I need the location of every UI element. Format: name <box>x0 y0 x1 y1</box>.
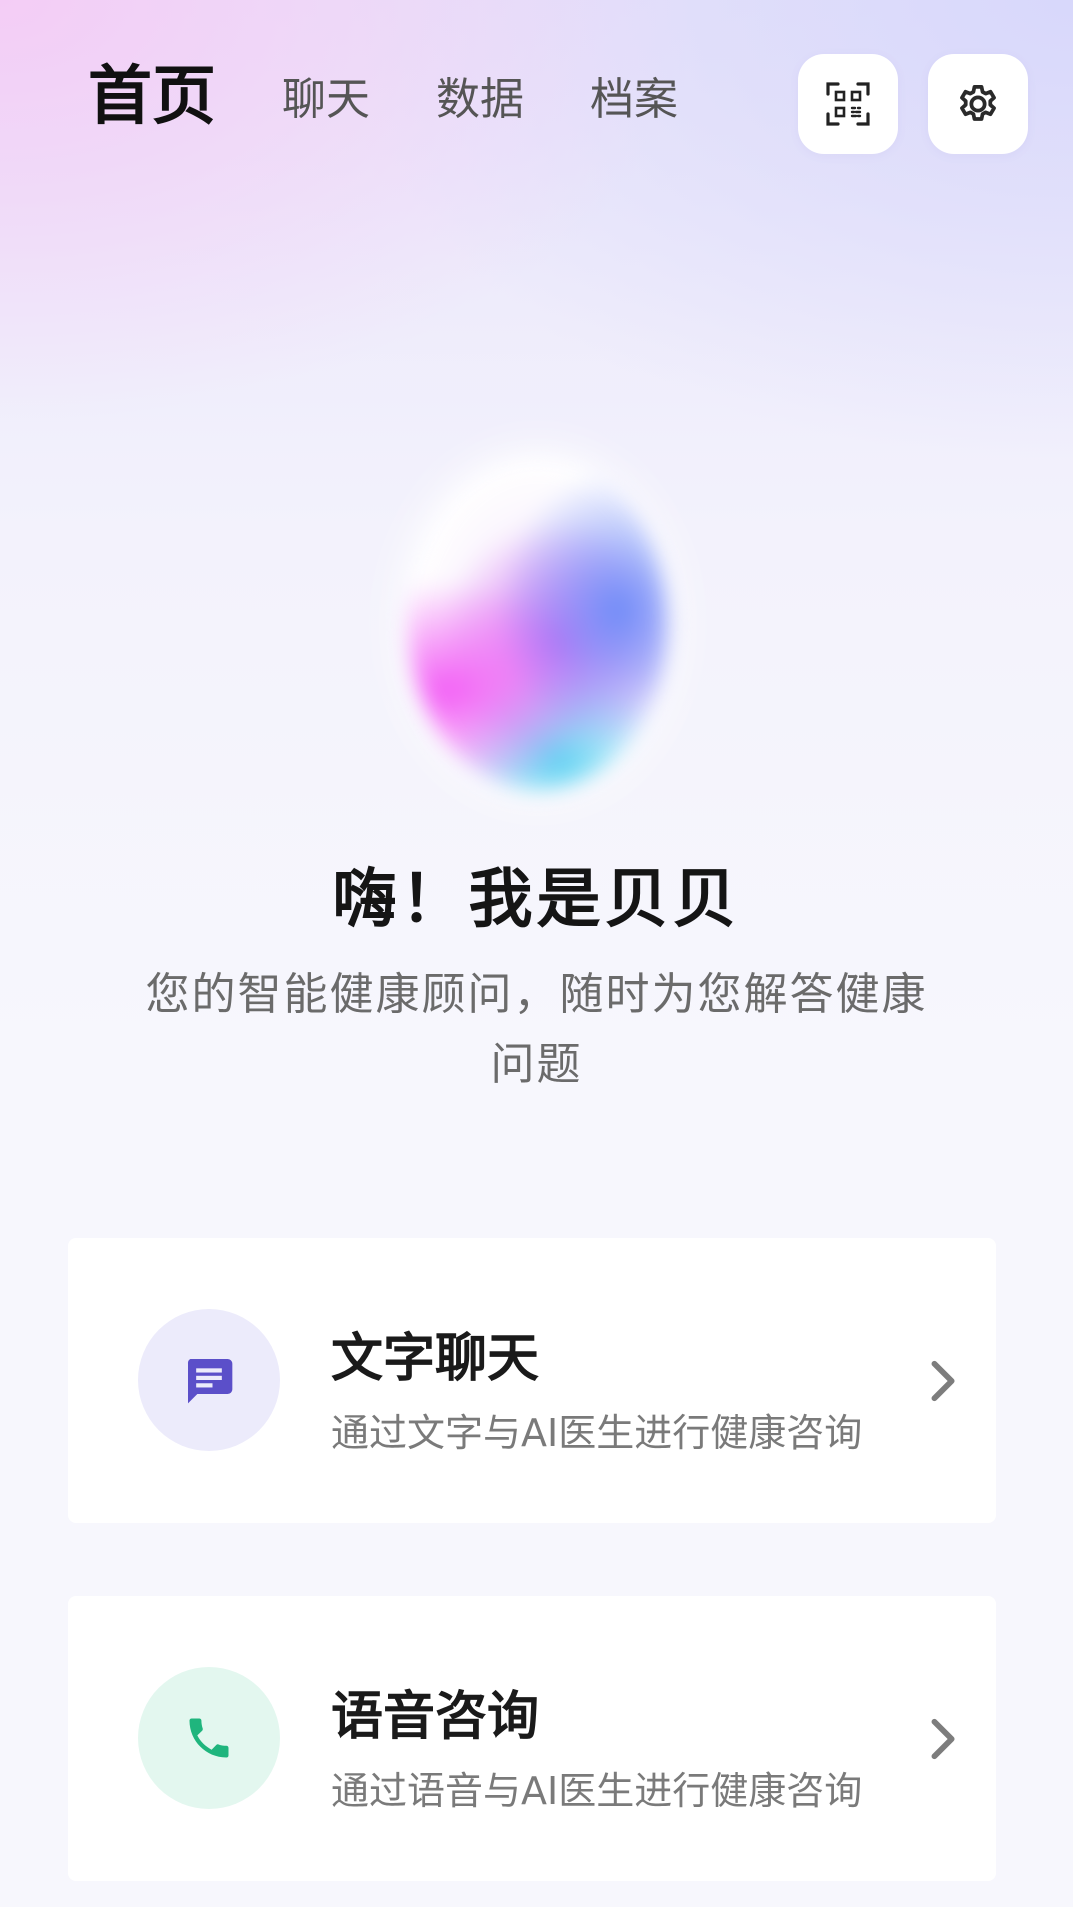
voice-consult-description: 通过语音与AI医生进行健康咨询 <box>331 1769 863 1813</box>
tab-chat[interactable]: 聊天 <box>282 60 370 140</box>
voice-consult-title: 语音咨询 <box>331 1687 540 1747</box>
voice-consult-card[interactable]: 语音咨询 通过语音与AI医生进行健康咨询 <box>68 1596 996 1881</box>
chevron-right-icon <box>931 1718 955 1760</box>
tab-profile[interactable]: 档案 <box>590 60 678 140</box>
text-chat-card[interactable]: 文字聊天 通过文字与AI医生进行健康咨询 <box>68 1238 996 1523</box>
text-chat-icon-circle <box>138 1309 280 1451</box>
tab-data[interactable]: 数据 <box>436 60 524 140</box>
settings-button[interactable] <box>928 54 1028 154</box>
voice-consult-icon-circle <box>138 1667 280 1809</box>
text-chat-description: 通过文字与AI医生进行健康咨询 <box>331 1411 863 1455</box>
greeting-title: 嗨！我是贝贝 <box>332 863 741 937</box>
assistant-avatar-orb <box>408 460 668 790</box>
orb-gradient <box>408 460 668 790</box>
text-chat-title: 文字聊天 <box>331 1329 540 1389</box>
phone-icon <box>189 1718 229 1758</box>
tab-home[interactable]: 首页 <box>88 52 216 142</box>
chevron-right-icon <box>931 1360 955 1402</box>
gear-icon <box>960 85 996 121</box>
chat-message-icon <box>187 1359 233 1404</box>
scan-button[interactable] <box>798 54 898 154</box>
top-nav: 首页 聊天 数据 档案 <box>0 0 1073 200</box>
greeting-subtitle: 您的智能健康顾问，随时为您解答健康问题 <box>145 969 928 1090</box>
qr-scan-icon <box>826 82 870 126</box>
